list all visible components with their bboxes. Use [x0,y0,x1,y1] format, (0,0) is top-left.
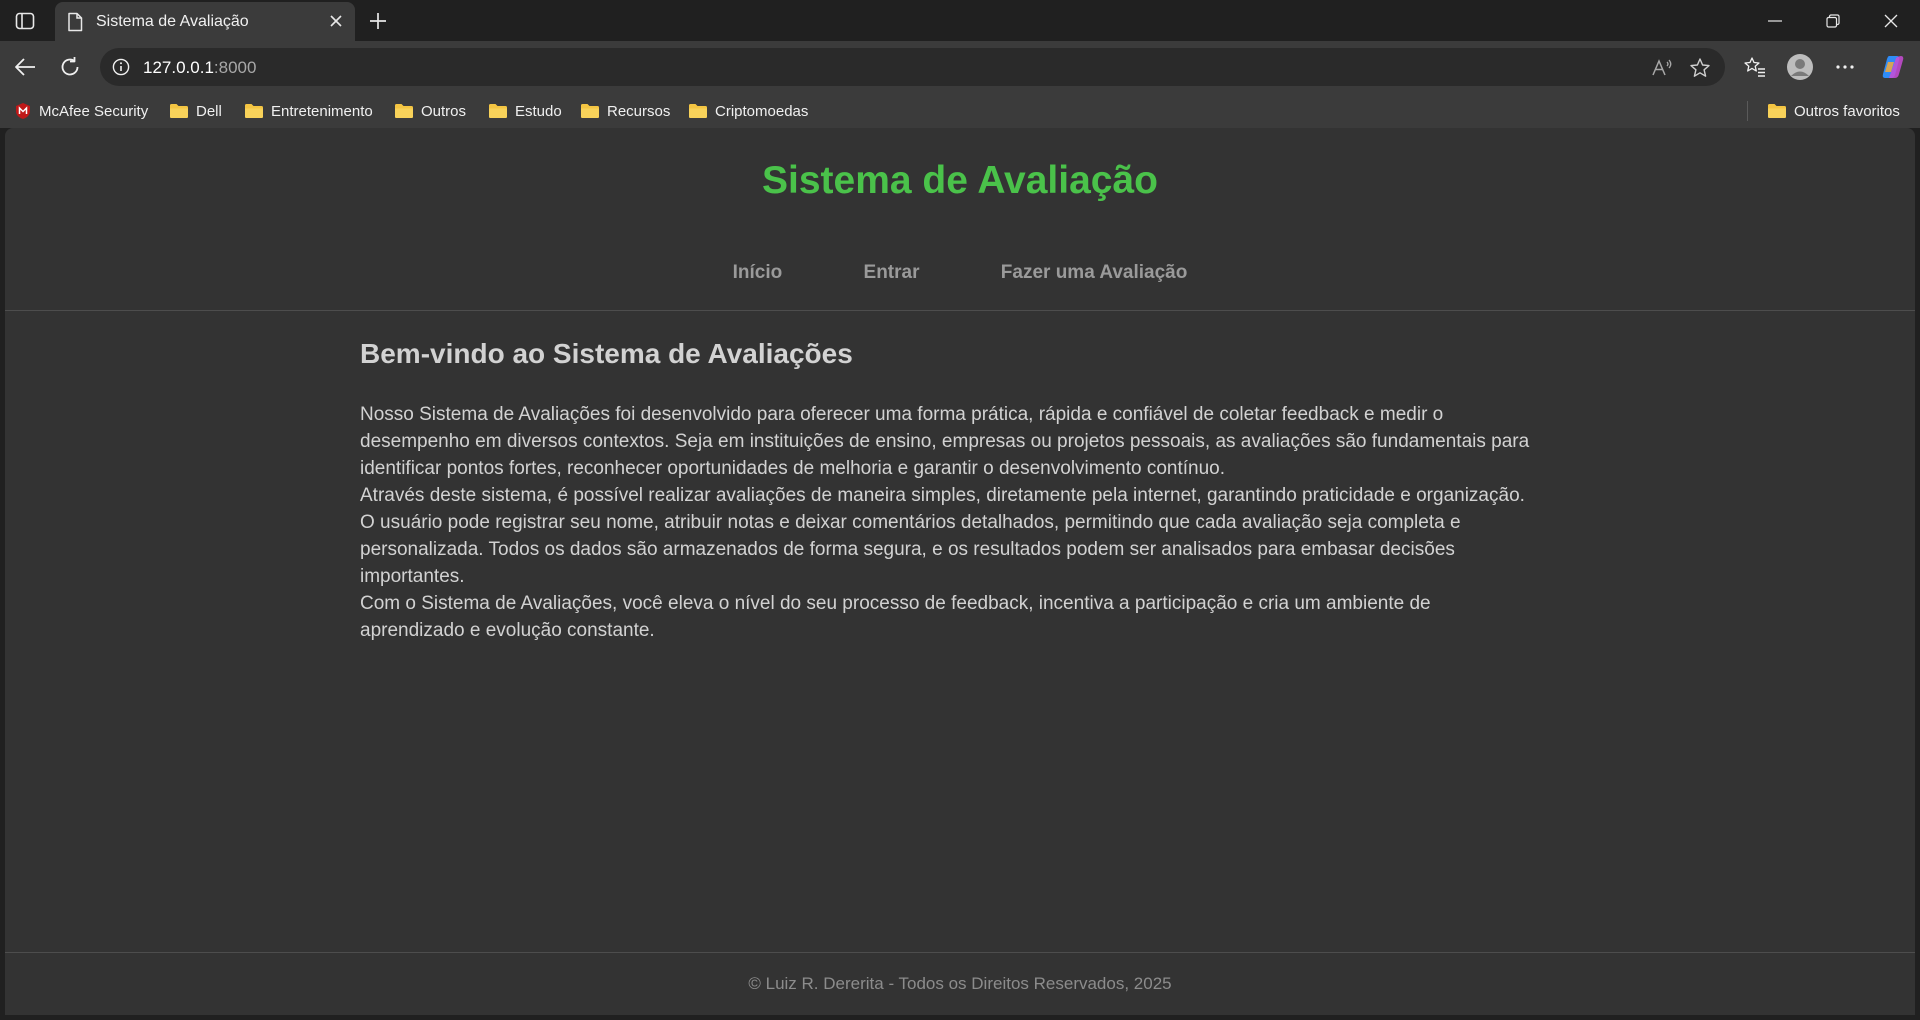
profile-avatar-icon[interactable] [1784,51,1816,83]
main-content: Bem-vindo ao Sistema de Avaliações Nosso… [360,338,1540,644]
bookmark-mcafee-security[interactable]: McAfee Security [14,100,148,122]
bookmarks-bar: McAfee Security Dell Entretenimento Outr… [0,93,1920,128]
folder-icon [689,104,707,118]
close-window-icon[interactable] [1867,6,1915,36]
bookmark-estudo[interactable]: Estudo [488,100,562,122]
bookmark-label: Criptomoedas [715,102,809,120]
bookmark-label: Entretenimento [271,102,373,120]
bookmark-criptomoedas[interactable]: Criptomoedas [688,100,808,122]
minimize-icon[interactable] [1751,6,1799,36]
bookmark-dell[interactable]: Dell [169,100,222,122]
browser-tab[interactable]: Sistema de Avaliação [55,2,355,41]
tab-actions-icon[interactable] [12,8,38,34]
folder-icon [245,104,263,118]
bookmark-recursos[interactable]: Recursos [580,100,670,122]
nav-link-fazer-avaliacao[interactable]: Fazer uma Avaliação [1001,262,1188,283]
bookmark-entretenimento[interactable]: Entretenimento [244,100,373,122]
new-tab-button[interactable] [364,7,392,35]
address-bar[interactable]: 127.0.0.1:8000 [100,48,1725,86]
browser-toolbar: 127.0.0.1:8000 [0,41,1920,93]
page-icon [67,12,83,37]
folder-icon [395,104,413,118]
nav-link-entrar[interactable]: Entrar [864,262,920,283]
bookmark-label: Recursos [607,102,671,120]
url-port: :8000 [213,58,257,77]
browser-titlebar: Sistema de Avaliação [0,0,1920,41]
site-header: Sistema de Avaliação Início Entrar Fazer… [5,128,1915,311]
details-paragraph: Através deste sistema, é possível realiz… [360,485,1525,587]
bookmark-label: Dell [196,102,222,120]
restore-icon[interactable] [1809,6,1857,36]
nav-link-inicio[interactable]: Início [733,262,783,283]
back-arrow-icon[interactable] [9,51,41,83]
mcafee-icon [16,103,30,119]
folder-icon [489,104,507,118]
site-footer: © Luiz R. Dererita - Todos os Direitos R… [5,952,1915,1015]
bookmark-label: Outros [421,102,467,120]
bookmark-label: Outros favoritos [1794,102,1900,120]
bookmark-outros[interactable]: Outros [394,100,466,122]
folder-icon [1768,104,1786,118]
folder-icon [170,104,188,118]
close-tab-icon[interactable] [327,12,345,30]
url-host: 127.0.0.1 [143,58,214,77]
closing-paragraph: Com o Sistema de Avaliações, você eleva … [360,593,1431,641]
favorite-star-icon[interactable] [1687,55,1713,81]
intro-paragraph: Nosso Sistema de Avaliações foi desenvol… [360,404,1530,479]
bookmark-label: McAfee Security [39,102,149,120]
site-info-icon[interactable] [112,58,130,81]
copilot-icon[interactable] [1877,51,1909,83]
read-aloud-icon[interactable] [1649,55,1675,81]
bookmark-label: Estudo [515,102,562,120]
more-menu-icon[interactable] [1829,51,1861,83]
site-title: Sistema de Avaliação [762,159,1158,202]
copyright-text: © Luiz R. Dererita - Todos os Direitos R… [748,974,1172,993]
bookmarks-divider [1747,101,1748,121]
page-viewport: Sistema de Avaliação Início Entrar Fazer… [5,128,1915,1015]
welcome-heading: Bem-vindo ao Sistema de Avaliações [360,338,853,369]
bookmark-outros-favoritos[interactable]: Outros favoritos [1767,100,1900,122]
tab-title: Sistema de Avaliação [96,13,249,30]
favorites-list-icon[interactable] [1739,51,1771,83]
refresh-icon[interactable] [54,51,86,83]
site-nav: Início Entrar Fazer uma Avaliação [5,262,1915,284]
url-text[interactable]: 127.0.0.1:8000 [143,58,256,78]
folder-icon [581,104,599,118]
